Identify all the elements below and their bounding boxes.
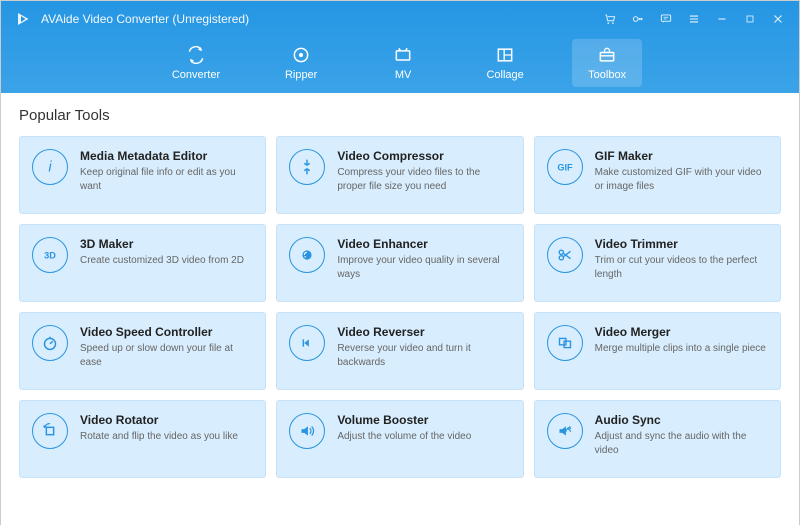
tab-label: Converter — [172, 69, 220, 81]
key-icon[interactable] — [631, 12, 645, 26]
tool-card-info[interactable]: i Media Metadata Editor Keep original fi… — [19, 136, 266, 214]
card-body: Video Speed Controller Speed up or slow … — [80, 325, 253, 369]
enhance-icon — [289, 237, 325, 273]
card-body: GIF Maker Make customized GIF with your … — [595, 149, 768, 193]
card-desc: Reverse your video and turn it backwards — [337, 342, 510, 369]
tab-converter[interactable]: Converter — [158, 39, 234, 87]
card-body: Media Metadata Editor Keep original file… — [80, 149, 253, 193]
ripper-icon — [290, 45, 312, 65]
tool-card-reverse[interactable]: Video Reverser Reverse your video and tu… — [276, 312, 523, 390]
speed-icon — [32, 325, 68, 361]
card-body: Video Merger Merge multiple clips into a… — [595, 325, 768, 356]
reverse-icon — [289, 325, 325, 361]
card-body: Video Enhancer Improve your video qualit… — [337, 237, 510, 281]
card-desc: Merge multiple clips into a single piece — [595, 342, 768, 356]
app-logo-icon — [15, 10, 33, 28]
tool-card-trim[interactable]: Video Trimmer Trim or cut your videos to… — [534, 224, 781, 302]
card-title: Media Metadata Editor — [80, 149, 253, 163]
title-left: AVAide Video Converter (Unregistered) — [15, 10, 249, 28]
maximize-icon[interactable] — [743, 12, 757, 26]
collage-icon — [494, 45, 516, 65]
card-title: GIF Maker — [595, 149, 768, 163]
tool-card-speed[interactable]: Video Speed Controller Speed up or slow … — [19, 312, 266, 390]
tool-card-3d[interactable]: 3D 3D Maker Create customized 3D video f… — [19, 224, 266, 302]
tool-card-enhance[interactable]: Video Enhancer Improve your video qualit… — [276, 224, 523, 302]
card-desc: Create customized 3D video from 2D — [80, 254, 253, 268]
section-title: Popular Tools — [19, 107, 781, 124]
tab-label: Toolbox — [588, 69, 626, 81]
card-desc: Improve your video quality in several wa… — [337, 254, 510, 281]
tab-toolbox[interactable]: Toolbox — [572, 39, 642, 87]
tool-card-rotate[interactable]: Video Rotator Rotate and flip the video … — [19, 400, 266, 478]
feedback-icon[interactable] — [659, 12, 673, 26]
tool-card-compress[interactable]: Video Compressor Compress your video fil… — [276, 136, 523, 214]
menu-icon[interactable] — [687, 12, 701, 26]
card-title: Video Rotator — [80, 413, 253, 427]
card-body: Video Compressor Compress your video fil… — [337, 149, 510, 193]
title-right — [603, 12, 785, 26]
card-title: 3D Maker — [80, 237, 253, 251]
tabs: Converter Ripper MV Collage Toolbox — [1, 33, 799, 93]
svg-text:3D: 3D — [44, 251, 56, 261]
svg-text:GIF: GIF — [557, 163, 573, 173]
tool-card-volume[interactable]: Volume Booster Adjust the volume of the … — [276, 400, 523, 478]
sync-icon — [547, 413, 583, 449]
card-desc: Keep original file info or edit as you w… — [80, 166, 253, 193]
3d-icon: 3D — [32, 237, 68, 273]
card-body: Audio Sync Adjust and sync the audio wit… — [595, 413, 768, 457]
svg-text:i: i — [48, 160, 52, 176]
tab-label: Ripper — [285, 69, 317, 81]
converter-icon — [185, 45, 207, 65]
merge-icon — [547, 325, 583, 361]
info-icon: i — [32, 149, 68, 185]
card-body: Video Rotator Rotate and flip the video … — [80, 413, 253, 444]
card-desc: Speed up or slow down your file at ease — [80, 342, 253, 369]
card-desc: Adjust the volume of the video — [337, 430, 510, 444]
card-title: Video Trimmer — [595, 237, 768, 251]
compress-icon — [289, 149, 325, 185]
card-desc: Rotate and flip the video as you like — [80, 430, 253, 444]
tab-collage[interactable]: Collage — [470, 39, 540, 87]
header: AVAide Video Converter (Unregistered) Co… — [1, 1, 799, 93]
card-desc: Make customized GIF with your video or i… — [595, 166, 768, 193]
card-title: Volume Booster — [337, 413, 510, 427]
tool-card-gif[interactable]: GIF GIF Maker Make customized GIF with y… — [534, 136, 781, 214]
card-title: Audio Sync — [595, 413, 768, 427]
tool-card-sync[interactable]: Audio Sync Adjust and sync the audio wit… — [534, 400, 781, 478]
card-title: Video Merger — [595, 325, 768, 339]
tab-mv[interactable]: MV — [368, 39, 438, 87]
card-body: Volume Booster Adjust the volume of the … — [337, 413, 510, 444]
tab-ripper[interactable]: Ripper — [266, 39, 336, 87]
card-body: Video Reverser Reverse your video and tu… — [337, 325, 510, 369]
trim-icon — [547, 237, 583, 273]
toolbox-icon — [596, 45, 618, 65]
titlebar: AVAide Video Converter (Unregistered) — [1, 1, 799, 33]
tab-label: Collage — [486, 69, 523, 81]
rotate-icon — [32, 413, 68, 449]
tools-grid: i Media Metadata Editor Keep original fi… — [19, 136, 781, 478]
card-title: Video Enhancer — [337, 237, 510, 251]
cart-icon[interactable] — [603, 12, 617, 26]
card-desc: Adjust and sync the audio with the video — [595, 430, 768, 457]
mv-icon — [392, 45, 414, 65]
minimize-icon[interactable] — [715, 12, 729, 26]
app-title: AVAide Video Converter (Unregistered) — [41, 12, 249, 26]
volume-icon — [289, 413, 325, 449]
card-title: Video Reverser — [337, 325, 510, 339]
gif-icon: GIF — [547, 149, 583, 185]
card-title: Video Compressor — [337, 149, 510, 163]
content: Popular Tools i Media Metadata Editor Ke… — [1, 93, 799, 526]
card-desc: Trim or cut your videos to the perfect l… — [595, 254, 768, 281]
card-body: Video Trimmer Trim or cut your videos to… — [595, 237, 768, 281]
tool-card-merge[interactable]: Video Merger Merge multiple clips into a… — [534, 312, 781, 390]
card-title: Video Speed Controller — [80, 325, 253, 339]
card-body: 3D Maker Create customized 3D video from… — [80, 237, 253, 268]
card-desc: Compress your video files to the proper … — [337, 166, 510, 193]
close-icon[interactable] — [771, 12, 785, 26]
tab-label: MV — [395, 69, 412, 81]
